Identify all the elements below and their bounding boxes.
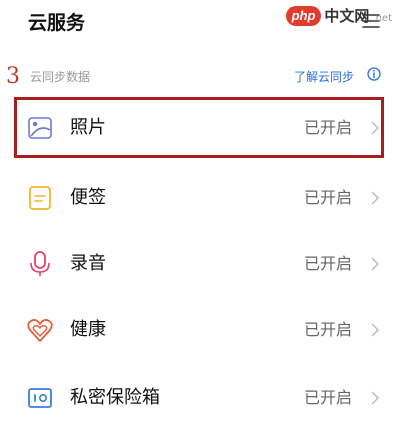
watermark-site: 中文网 [324,7,370,25]
page-title: 云服务 [28,12,86,34]
list-item-label: 私密保险箱 [70,387,160,408]
status-text: 已开启 [303,188,352,207]
watermark-domain: .net [372,12,392,24]
watermark-brand: php [285,6,322,26]
list-item-notes[interactable]: 便签 已开启 [0,166,400,230]
list-item-label: 健康 [70,319,106,340]
status-text: 已开启 [303,320,352,339]
chevron-right-icon [371,391,379,405]
notes-icon [29,186,51,210]
health-icon [27,319,53,342]
info-icon[interactable] [367,67,381,81]
chevron-right-icon [371,257,379,271]
learn-cloud-sync-link[interactable]: 了解云同步 [294,68,354,85]
status-text: 已开启 [303,254,352,273]
list-item-recordings[interactable]: 录音 已开启 [0,232,400,296]
list-item-health[interactable]: 健康 已开启 [0,298,400,362]
safe-icon [28,388,52,408]
chevron-right-icon [371,191,379,205]
step-number-annotation: 3 [6,64,20,89]
watermark: php 中文网 .net [285,4,392,28]
highlight-annotation-box [14,97,384,158]
list-item-private-safe[interactable]: 私密保险箱 已开启 [0,366,400,430]
microphone-icon [30,251,50,276]
list-item-label: 便签 [70,187,106,208]
list-item-label: 录音 [70,253,106,274]
chevron-right-icon [371,323,379,337]
section-label: 云同步数据 [30,70,91,84]
status-text: 已开启 [303,388,352,407]
header: 云服务 php 中文网 .net [0,0,400,44]
